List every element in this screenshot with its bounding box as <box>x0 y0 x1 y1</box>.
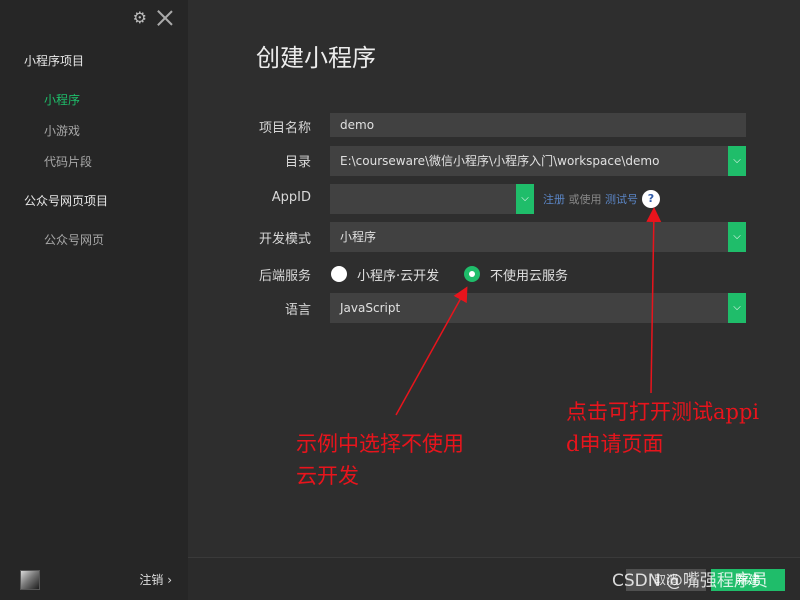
directory-label: 目录 <box>284 155 311 170</box>
annotation-right: 点击可打开测试appi d申请页面 <box>566 396 759 460</box>
annotation-right-line2: d申请页面 <box>566 432 664 456</box>
test-account-link[interactable]: 测试号 <box>605 193 638 206</box>
sidebar-footer: 注销 › <box>0 558 188 600</box>
help-icon[interactable]: ? <box>642 190 660 208</box>
sidebar-item-minigame[interactable]: 小游戏 <box>44 122 80 139</box>
annotation-left-line2: 云开发 <box>296 464 359 488</box>
radio-no-cloud-label[interactable]: 不使用云服务 <box>490 265 568 284</box>
sidebar-item-miniprogram[interactable]: 小程序 <box>44 91 80 108</box>
page-title: 创建小程序 <box>256 44 376 72</box>
dev-mode-label: 开发模式 <box>258 232 311 247</box>
close-icon[interactable] <box>157 10 173 26</box>
section-title-official-account: 公众号网页项目 <box>24 194 109 208</box>
sidebar-item-code-snippet[interactable]: 代码片段 <box>44 153 92 170</box>
radio-no-cloud[interactable] <box>464 266 480 282</box>
logout-link[interactable]: 注销 › <box>139 571 172 588</box>
sidebar: ⚙ 小程序项目 小程序 小游戏 代码片段 公众号网页项目 公众号网页 注销 › <box>0 0 188 600</box>
appid-links: 注册 或使用 测试号 <box>543 191 638 207</box>
appid-label: AppID <box>271 190 311 205</box>
language-select[interactable]: JavaScript ⌵ <box>330 293 746 323</box>
avatar[interactable] <box>20 570 40 590</box>
window-controls: ⚙ <box>133 10 173 26</box>
or-use-text: 或使用 <box>568 193 602 206</box>
language-label: 语言 <box>284 303 311 318</box>
language-value: JavaScript <box>340 301 401 315</box>
section-title-miniprogram: 小程序项目 <box>24 54 85 68</box>
sidebar-item-official-web[interactable]: 公众号网页 <box>44 231 104 248</box>
project-name-input[interactable]: demo <box>330 113 746 137</box>
project-name-label: 项目名称 <box>258 121 311 136</box>
radio-cloud-dev-label[interactable]: 小程序·云开发 <box>357 265 439 284</box>
appid-select[interactable]: ⌵ <box>330 184 534 214</box>
annotation-left-line1: 示例中选择不使用 <box>296 432 464 456</box>
chevron-down-icon[interactable]: ⌵ <box>728 222 746 252</box>
chevron-down-icon[interactable]: ⌵ <box>728 146 746 176</box>
backend-label: 后端服务 <box>258 269 311 284</box>
watermark: CSDN @嘴强程序员 <box>612 571 768 591</box>
directory-select[interactable]: E:\courseware\微信小程序\小程序入门\workspace\demo… <box>330 146 746 176</box>
dev-mode-select[interactable]: 小程序 ⌵ <box>330 222 746 252</box>
annotation-left: 示例中选择不使用 云开发 <box>296 428 464 492</box>
annotation-right-line1: 点击可打开测试appi <box>566 400 760 424</box>
gear-icon[interactable]: ⚙ <box>133 10 147 26</box>
chevron-down-icon[interactable]: ⌵ <box>728 293 746 323</box>
register-link[interactable]: 注册 <box>543 193 565 206</box>
dev-mode-value: 小程序 <box>340 230 377 244</box>
chevron-down-icon[interactable]: ⌵ <box>516 184 534 214</box>
directory-value: E:\courseware\微信小程序\小程序入门\workspace\demo <box>340 154 660 168</box>
radio-cloud-dev[interactable] <box>331 266 347 282</box>
